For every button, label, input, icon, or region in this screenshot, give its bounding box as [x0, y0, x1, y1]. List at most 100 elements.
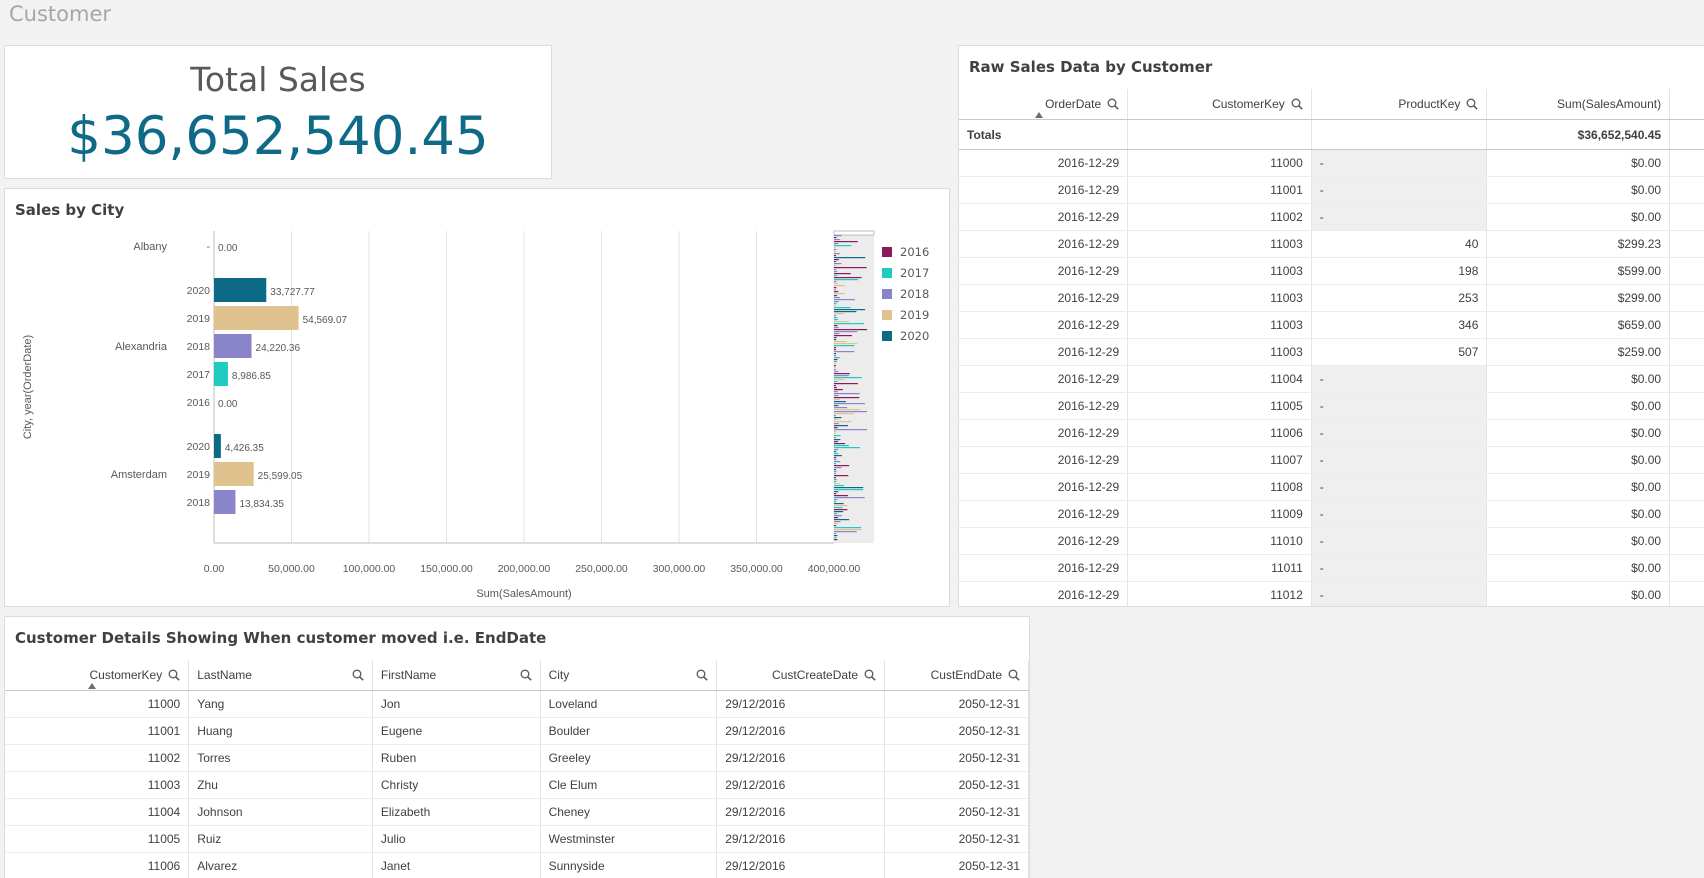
table-row[interactable]: 11005 Ruiz Julio Westminster 29/12/2016 2050-…: [5, 825, 1029, 853]
table-cell[interactable]: 11000: [1127, 149, 1312, 177]
table-cell[interactable]: 11004: [1127, 365, 1312, 393]
table-cell[interactable]: 11007: [1127, 446, 1312, 474]
table-cell[interactable]: 2050-12-31: [884, 771, 1029, 799]
table-cell[interactable]: -: [1311, 527, 1488, 555]
table-cell[interactable]: Janet: [372, 852, 541, 878]
table-cell[interactable]: 2050-12-31: [884, 690, 1029, 718]
search-icon[interactable]: [352, 669, 364, 681]
table-cell[interactable]: 29/12/2016: [716, 717, 886, 745]
table-row[interactable]: 2016-12-29 11006- $0.00: [959, 419, 1704, 447]
table-row[interactable]: 11002 Torres Ruben Greeley 29/12/2016 2050-12…: [5, 744, 1029, 772]
table-cell[interactable]: 40: [1311, 230, 1488, 258]
table-cell[interactable]: $0.00: [1486, 446, 1671, 474]
table-row[interactable]: 2016-12-29 11003 40 $299.23: [959, 230, 1704, 258]
table-cell[interactable]: $0.00: [1486, 500, 1671, 528]
table-cell[interactable]: 11008: [1127, 473, 1312, 501]
table-cell[interactable]: $599.00: [1486, 257, 1671, 285]
table-cell[interactable]: 11001: [1127, 176, 1312, 204]
table-cell[interactable]: 11003: [1127, 257, 1312, 285]
table-cell[interactable]: 2016-12-29: [959, 527, 1129, 555]
table-cell[interactable]: Eugene: [372, 717, 541, 745]
table-cell[interactable]: 198: [1311, 257, 1488, 285]
table-cell[interactable]: Christy: [372, 771, 541, 799]
search-icon[interactable]: [1466, 98, 1479, 110]
raw-sales-panel[interactable]: Raw Sales Data by Customer OrderDate Cust…: [958, 45, 1704, 607]
table-cell[interactable]: Boulder: [540, 717, 718, 745]
table-cell[interactable]: -: [1311, 392, 1488, 420]
column-header-customerkey[interactable]: CustomerKey: [1127, 89, 1312, 120]
table-cell[interactable]: Alvarez: [188, 852, 373, 878]
table-cell[interactable]: -: [1311, 581, 1488, 606]
bar-alexandria-2020[interactable]: [214, 278, 267, 302]
table-cell[interactable]: 11009: [1127, 500, 1312, 528]
table-cell[interactable]: Torres: [188, 744, 373, 772]
table-cell[interactable]: Greeley: [540, 744, 718, 772]
customer-details-table[interactable]: CustomerKey LastName FirstName City CustCrea…: [5, 660, 1029, 878]
table-cell[interactable]: 2016-12-29: [959, 203, 1129, 231]
table-cell[interactable]: 2050-12-31: [884, 717, 1029, 745]
column-header-firstname[interactable]: FirstName: [372, 660, 541, 691]
table-row[interactable]: 2016-12-29 11000- $0.00: [959, 149, 1704, 177]
table-cell[interactable]: 11001: [5, 717, 190, 745]
table-cell[interactable]: -: [1311, 554, 1488, 582]
table-cell[interactable]: $0.00: [1486, 419, 1671, 447]
column-header-customerkey[interactable]: CustomerKey: [5, 660, 190, 691]
table-cell[interactable]: 2016-12-29: [959, 230, 1129, 258]
table-cell[interactable]: 2016-12-29: [959, 581, 1129, 606]
table-cell[interactable]: Elizabeth: [372, 798, 541, 826]
column-header-lastname[interactable]: LastName: [188, 660, 373, 691]
column-header-city[interactable]: City: [540, 660, 718, 691]
table-cell[interactable]: Julio: [372, 825, 541, 853]
customer-details-panel[interactable]: Customer Details Showing When customer m…: [4, 616, 1030, 878]
table-row[interactable]: 11001 Huang Eugene Boulder 29/12/2016 2050-12…: [5, 717, 1029, 745]
table-cell[interactable]: 11003: [1127, 338, 1312, 366]
search-icon[interactable]: [168, 669, 180, 681]
table-cell[interactable]: Yang: [188, 690, 373, 718]
search-icon[interactable]: [696, 669, 708, 681]
table-cell[interactable]: Zhu: [188, 771, 373, 799]
sales-by-city-panel[interactable]: Sales by City 0.00 50,000.00 100,000.00 150…: [4, 188, 950, 607]
total-sales-kpi[interactable]: Total Sales $36,652,540.45: [4, 45, 552, 179]
table-cell[interactable]: 2050-12-31: [884, 852, 1029, 878]
table-row[interactable]: 2016-12-29 11008- $0.00: [959, 473, 1704, 501]
chart-legend[interactable]: 2016 2017 2018 2019 2020: [882, 241, 929, 346]
table-cell[interactable]: -: [1311, 500, 1488, 528]
table-row[interactable]: 11000 Yang Jon Loveland 29/12/2016 2050-12-31: [5, 690, 1029, 718]
table-cell[interactable]: 11002: [5, 744, 190, 772]
table-cell[interactable]: Westminster: [540, 825, 718, 853]
table-cell[interactable]: 11010: [1127, 527, 1312, 555]
table-cell[interactable]: $0.00: [1486, 527, 1671, 555]
table-cell[interactable]: -: [1311, 149, 1488, 177]
table-row[interactable]: 2016-12-29 11003 346 $659.00: [959, 311, 1704, 339]
table-cell[interactable]: 11005: [5, 825, 190, 853]
bar-amsterdam-2019[interactable]: [214, 462, 254, 486]
table-cell[interactable]: Huang: [188, 717, 373, 745]
table-cell[interactable]: Cle Elum: [540, 771, 718, 799]
table-cell[interactable]: Cheney: [540, 798, 718, 826]
search-icon[interactable]: [1107, 98, 1119, 110]
table-cell[interactable]: -: [1311, 176, 1488, 204]
table-row[interactable]: 2016-12-29 11003 253 $299.00: [959, 284, 1704, 312]
table-cell[interactable]: 2016-12-29: [959, 149, 1129, 177]
table-cell[interactable]: 2016-12-29: [959, 365, 1129, 393]
table-row[interactable]: 2016-12-29 11005- $0.00: [959, 392, 1704, 420]
raw-sales-table[interactable]: OrderDate CustomerKey ProductKey Sum(SalesA…: [959, 89, 1704, 606]
legend-item-2016[interactable]: 2016: [882, 241, 929, 262]
table-cell[interactable]: Sunnyside: [540, 852, 718, 878]
table-cell[interactable]: $299.00: [1486, 284, 1671, 312]
table-cell[interactable]: 2016-12-29: [959, 500, 1129, 528]
table-cell[interactable]: 2016-12-29: [959, 311, 1129, 339]
table-row[interactable]: 11003 Zhu Christy Cle Elum 29/12/2016 2050-12…: [5, 771, 1029, 799]
table-cell[interactable]: $0.00: [1486, 581, 1671, 606]
table-cell[interactable]: 11006: [1127, 419, 1312, 447]
table-cell[interactable]: 29/12/2016: [716, 825, 886, 853]
table-cell[interactable]: 11004: [5, 798, 190, 826]
table-cell[interactable]: 2016-12-29: [959, 473, 1129, 501]
legend-item-2018[interactable]: 2018: [882, 283, 929, 304]
table-cell[interactable]: 11011: [1127, 554, 1312, 582]
table-cell[interactable]: 2016-12-29: [959, 257, 1129, 285]
table-cell[interactable]: 29/12/2016: [716, 744, 886, 772]
table-cell[interactable]: 346: [1311, 311, 1488, 339]
table-row[interactable]: 2016-12-29 11001- $0.00: [959, 176, 1704, 204]
table-cell[interactable]: 2016-12-29: [959, 554, 1129, 582]
